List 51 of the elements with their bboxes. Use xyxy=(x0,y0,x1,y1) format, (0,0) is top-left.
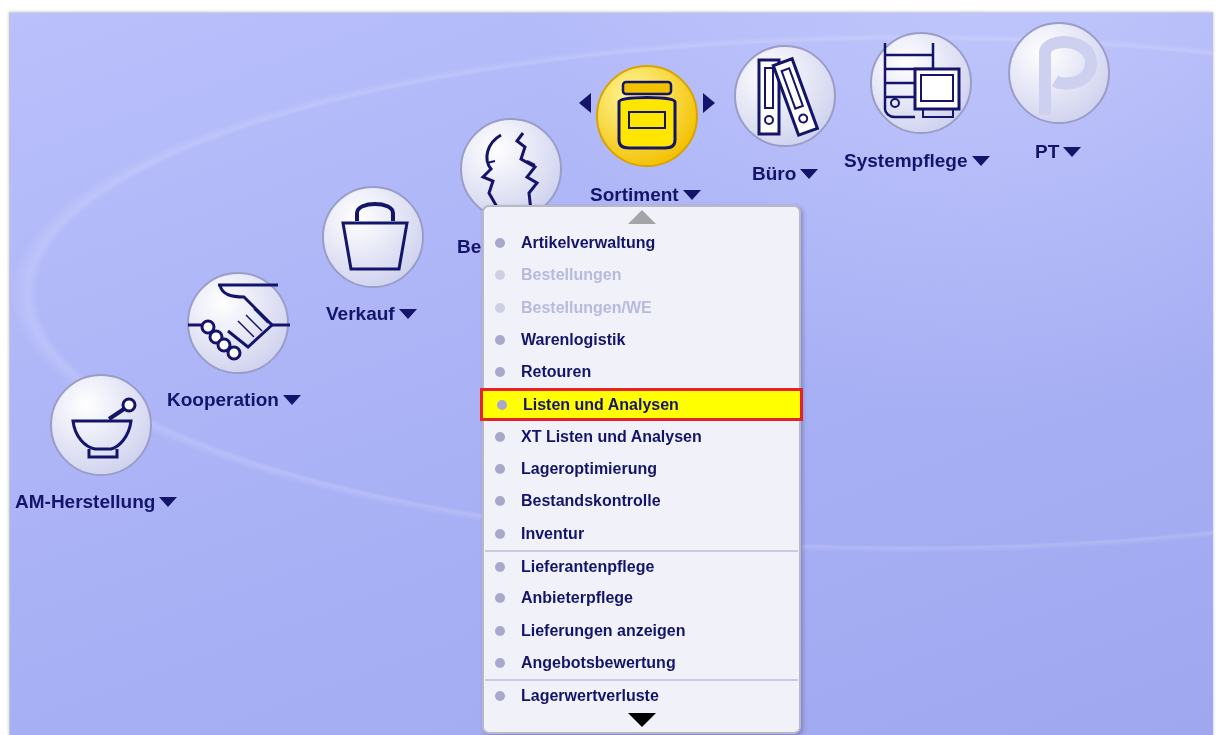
bullet-icon xyxy=(495,657,505,668)
bullet-icon xyxy=(495,238,505,249)
bullet-icon xyxy=(495,562,505,573)
menu-item[interactable]: Lieferungen anzeigen xyxy=(485,614,798,647)
caret-icon xyxy=(159,497,178,507)
handshake-icon[interactable] xyxy=(186,271,290,375)
menu-item[interactable]: Artikelverwaltung xyxy=(485,226,798,260)
menu-item[interactable]: Angebotsbewertung xyxy=(485,646,798,680)
bullet-icon xyxy=(497,399,507,410)
scroll-down-icon[interactable] xyxy=(627,712,656,727)
launcher-label[interactable]: Kooperation xyxy=(167,389,301,411)
menu-item[interactable]: Inventur xyxy=(485,517,798,550)
launcher-label[interactable]: Sortiment xyxy=(590,184,701,206)
caret-icon xyxy=(282,395,301,405)
bullet-icon xyxy=(495,431,505,442)
right-arrow-icon[interactable] xyxy=(703,93,715,113)
computer-icon[interactable] xyxy=(869,31,973,135)
shopping-bag-icon[interactable] xyxy=(321,185,425,289)
menu-item[interactable]: Bestandskontrolle xyxy=(485,485,798,518)
launcher-label[interactable]: PT xyxy=(1035,141,1082,163)
bullet-icon xyxy=(495,302,505,313)
bullet-icon xyxy=(495,593,505,604)
caret-icon xyxy=(800,169,819,179)
launcher-label[interactable]: AM-Herstellung xyxy=(15,491,178,513)
bullet-icon xyxy=(495,270,505,281)
binders-icon[interactable] xyxy=(733,44,837,148)
bullet-icon xyxy=(495,691,505,702)
left-arrow-icon[interactable] xyxy=(579,93,591,113)
caret-icon xyxy=(1063,147,1082,157)
bullet-icon xyxy=(495,528,505,539)
bullet-icon xyxy=(495,367,505,378)
menu-item[interactable]: Lagerwertverluste xyxy=(485,679,798,712)
caret-icon xyxy=(398,309,417,319)
menu-item[interactable]: Lieferantenpflege xyxy=(485,549,798,583)
menu-item[interactable]: XT Listen und Analysen xyxy=(485,420,798,453)
bullet-icon xyxy=(495,625,505,636)
jar-icon[interactable] xyxy=(595,64,699,168)
menu-item[interactable]: Lageroptimierung xyxy=(485,453,798,486)
bullet-icon xyxy=(495,334,505,345)
bullet-icon xyxy=(495,464,505,475)
caret-icon xyxy=(971,156,990,166)
menu-item[interactable]: Retouren xyxy=(485,356,798,389)
launcher-label[interactable]: Verkauf xyxy=(326,303,417,325)
mortar-icon[interactable] xyxy=(49,373,153,477)
bullet-icon xyxy=(495,496,505,507)
launcher-label[interactable]: Büro xyxy=(752,163,819,185)
caret-icon xyxy=(682,190,701,200)
menu-item[interactable]: Warenlogistik xyxy=(485,323,798,357)
menu-item[interactable]: Listen und Analysen xyxy=(480,388,803,421)
menu-item[interactable]: Anbieterpflege xyxy=(485,582,798,615)
launcher-label[interactable]: Systempflege xyxy=(844,150,990,172)
